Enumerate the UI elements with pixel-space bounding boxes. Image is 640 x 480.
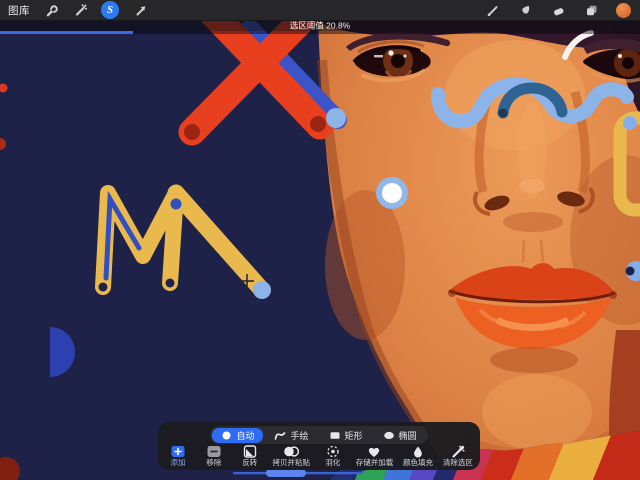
action-invert-button[interactable]: 反转 [237,445,263,467]
selection-toolbar-panel: 自动 手绘 矩形 椭圆 [158,422,480,470]
action-label: 移除 [206,459,221,467]
mode-freehand-button[interactable]: 手绘 [265,428,317,443]
action-add-button[interactable]: 添加 [165,445,191,467]
action-copy-paste-button[interactable]: 拷贝并粘贴 [273,445,311,467]
mode-label: 手绘 [290,429,308,442]
procreate-window: 图库 S [0,0,640,480]
selection-threshold-banner: 选区阈值 20.8% [0,21,640,31]
mode-rectangle-button[interactable]: 矩形 [320,428,372,443]
mode-label: 自动 [236,429,254,442]
action-label: 羽化 [325,459,340,467]
rectangle-mode-icon [329,430,341,441]
mode-label: 椭圆 [399,429,417,442]
transform-button[interactable] [132,2,148,18]
transform-arrow-icon [133,3,148,18]
adjustments-button[interactable] [72,2,88,18]
clear-brush-icon [450,445,465,458]
add-icon [170,445,186,458]
action-label: 存储并加载 [356,459,394,467]
selection-mode-segmented-control: 自动 手绘 矩形 椭圆 [210,426,427,444]
action-label: 清除选区 [443,459,473,467]
brush-icon [485,3,500,18]
layers-button[interactable] [583,2,599,18]
remove-icon [206,445,222,458]
action-feather-button[interactable]: 羽化 [320,445,346,467]
action-remove-button[interactable]: 移除 [201,445,227,467]
action-label: 反转 [242,459,257,467]
magic-wand-icon [73,3,88,18]
layers-icon [584,3,599,18]
gallery-button[interactable]: 图库 [8,3,30,18]
smudge-button[interactable] [517,2,533,18]
action-clear-selection-button[interactable]: 清除选区 [443,445,473,467]
action-label: 添加 [171,459,186,467]
selection-threshold-track[interactable] [0,31,640,34]
selection-tool-button[interactable]: S [101,1,119,19]
canvas[interactable] [0,0,640,480]
mode-ellipse-button[interactable]: 椭圆 [374,428,426,443]
invert-icon [243,445,257,458]
selection-actions-row: 添加 移除 反转 拷贝并粘贴 [158,444,480,470]
heart-icon [366,445,382,458]
actions-button[interactable] [43,2,59,18]
feather-icon [326,445,340,458]
action-save-load-button[interactable]: 存储并加载 [356,445,394,467]
brush-button[interactable] [484,2,500,18]
eraser-button[interactable] [550,2,566,18]
wrench-icon [44,3,59,18]
mode-label: 矩形 [345,429,363,442]
white-ring-dot [376,177,408,209]
automatic-mode-icon [221,430,232,441]
ellipse-mode-icon [383,430,395,441]
action-label: 拷贝并粘贴 [273,459,311,467]
action-label: 颜色填充 [403,459,433,467]
threshold-fill [0,31,133,34]
mode-automatic-button[interactable]: 自动 [212,428,263,443]
freehand-mode-icon [274,430,286,441]
top-toolbar: 图库 S [0,0,640,21]
action-color-fill-button[interactable]: 颜色填充 [403,445,433,467]
color-swatch[interactable] [616,3,631,18]
copy-paste-icon [283,445,300,458]
paint-drop-icon [411,445,425,458]
selection-glyph: S [107,5,113,16]
smudge-icon [518,3,533,18]
selection-threshold-label: 选区阈值 20.8% [290,21,350,30]
eraser-icon [551,3,566,18]
